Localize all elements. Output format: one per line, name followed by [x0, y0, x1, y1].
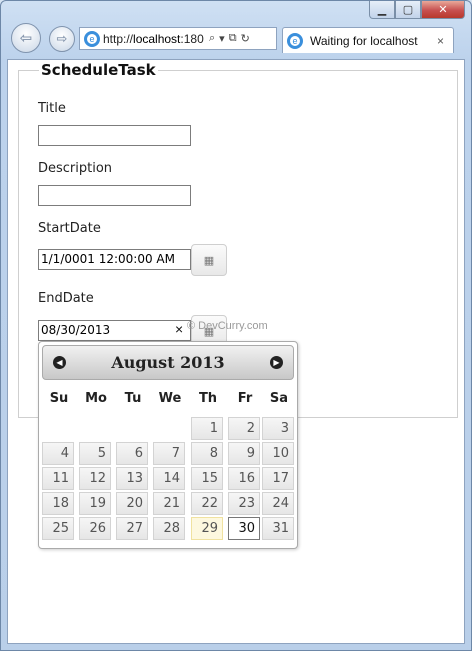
description-field[interactable]	[38, 185, 191, 206]
end-date-field[interactable]: 08/30/2013	[38, 320, 191, 341]
url-scheme: http://	[103, 31, 134, 46]
calendar-day[interactable]: 5	[79, 442, 111, 465]
weekday-header: Su	[49, 391, 69, 406]
calendar-day[interactable]: 13	[116, 467, 148, 490]
back-arrow-icon: ⇦	[19, 30, 33, 47]
calendar-day[interactable]: 18	[42, 492, 74, 515]
browser-window: ▁ ▢ ✕ ⇦ ⇨ e http://localhost:180 ⌕ ▾ ⧉ ↻…	[0, 0, 472, 651]
calendar-day[interactable]: 10	[262, 442, 294, 465]
tab-localhost[interactable]: e Waiting for localhost ×	[282, 27, 454, 53]
datepicker-header: ◀ August 2013 ▶	[42, 345, 294, 380]
minimize-button[interactable]: ▁	[369, 1, 395, 19]
watermark-text: © DevCurry.com	[187, 320, 268, 332]
calendar-day[interactable]: 22	[191, 492, 223, 515]
calendar-day[interactable]: 20	[116, 492, 148, 515]
calendar-day[interactable]: 4	[42, 442, 74, 465]
chevron-down-icon[interactable]: ▾	[219, 32, 225, 45]
weekday-header: Mo	[85, 391, 107, 406]
start-date-label: StartDate	[38, 221, 101, 236]
calendar-day[interactable]: 31	[262, 517, 294, 540]
weekday-header: We	[158, 391, 182, 406]
title-field[interactable]	[38, 125, 191, 146]
calendar-day[interactable]: 2	[228, 417, 260, 440]
calendar-day[interactable]: 6	[116, 442, 148, 465]
prev-month-icon[interactable]: ◀	[53, 356, 66, 369]
search-icon[interactable]: ⌕	[209, 32, 215, 45]
calendar-day[interactable]: 8	[191, 442, 223, 465]
address-bar[interactable]: e http://localhost:180 ⌕ ▾ ⧉ ↻	[79, 27, 277, 50]
weekday-header: Sa	[269, 391, 289, 406]
address-bar-icons: ⌕ ▾ ⧉ ↻	[209, 32, 250, 45]
url-port: :180	[180, 31, 204, 46]
description-label: Description	[38, 161, 113, 176]
compatibility-view-icon[interactable]: ⧉	[229, 32, 237, 45]
calendar-day[interactable]: 7	[153, 442, 185, 465]
page-viewport: ScheduleTask Title Description StartDate…	[7, 59, 465, 644]
ie-icon: e	[84, 30, 100, 47]
close-window-button[interactable]: ✕	[421, 1, 465, 19]
calendar-day[interactable]: 11	[42, 467, 74, 490]
calendar-day[interactable]: 28	[153, 517, 185, 540]
url-host: localhost	[133, 31, 181, 46]
refresh-icon[interactable]: ↻	[241, 32, 250, 45]
close-tab-icon[interactable]: ×	[437, 34, 453, 48]
calendar-day[interactable]: 14	[153, 467, 185, 490]
calendar-day[interactable]: 1	[191, 417, 223, 440]
calendar-day[interactable]: 30	[228, 517, 260, 540]
calendar-day[interactable]: 12	[79, 467, 111, 490]
calendar-day[interactable]: 3	[262, 417, 294, 440]
calendar-day[interactable]: 21	[153, 492, 185, 515]
calendar-day[interactable]: 26	[79, 517, 111, 540]
next-month-icon[interactable]: ▶	[270, 356, 283, 369]
forward-button[interactable]: ⇨	[49, 26, 75, 52]
end-date-label: EndDate	[38, 291, 94, 306]
title-label: Title	[38, 101, 66, 116]
calendar-icon: ▦	[203, 254, 215, 267]
start-date-calendar-button[interactable]: ▦	[191, 244, 227, 276]
start-date-field[interactable]: 1/1/0001 12:00:00 AM	[38, 249, 191, 270]
datepicker-popup: ◀ August 2013 ▶ Su Mo Tu We Th Fr Sa 123456789…	[38, 341, 298, 549]
calendar-day[interactable]: 24	[262, 492, 294, 515]
weekday-header: Tu	[124, 391, 142, 406]
calendar-day[interactable]: 23	[228, 492, 260, 515]
calendar-day[interactable]: 9	[228, 442, 260, 465]
clear-icon[interactable]: ×	[175, 321, 183, 337]
fieldset-legend: ScheduleTask	[39, 61, 158, 79]
calendar-day[interactable]: 25	[42, 517, 74, 540]
weekday-header: Th	[198, 391, 218, 406]
navigation-bar: ⇦ ⇨ e http://localhost:180 ⌕ ▾ ⧉ ↻ e Wai…	[1, 19, 471, 59]
back-button[interactable]: ⇦	[11, 23, 41, 53]
weekday-header: Fr	[237, 391, 253, 406]
calendar-day[interactable]: 27	[116, 517, 148, 540]
calendar-day[interactable]: 15	[191, 467, 223, 490]
calendar-day[interactable]: 29	[191, 517, 223, 540]
datepicker-month-title: August 2013	[111, 353, 225, 372]
caption-buttons: ▁ ▢ ✕	[369, 1, 465, 19]
address-url[interactable]: http://localhost:180	[103, 32, 205, 46]
maximize-button[interactable]: ▢	[395, 1, 421, 19]
calendar-day[interactable]: 19	[79, 492, 111, 515]
tab-title: Waiting for localhost	[310, 33, 418, 48]
calendar-day[interactable]: 16	[228, 467, 260, 490]
tab-ie-icon: e	[287, 32, 303, 49]
calendar-day[interactable]: 17	[262, 467, 294, 490]
forward-arrow-icon: ⇨	[56, 31, 68, 46]
